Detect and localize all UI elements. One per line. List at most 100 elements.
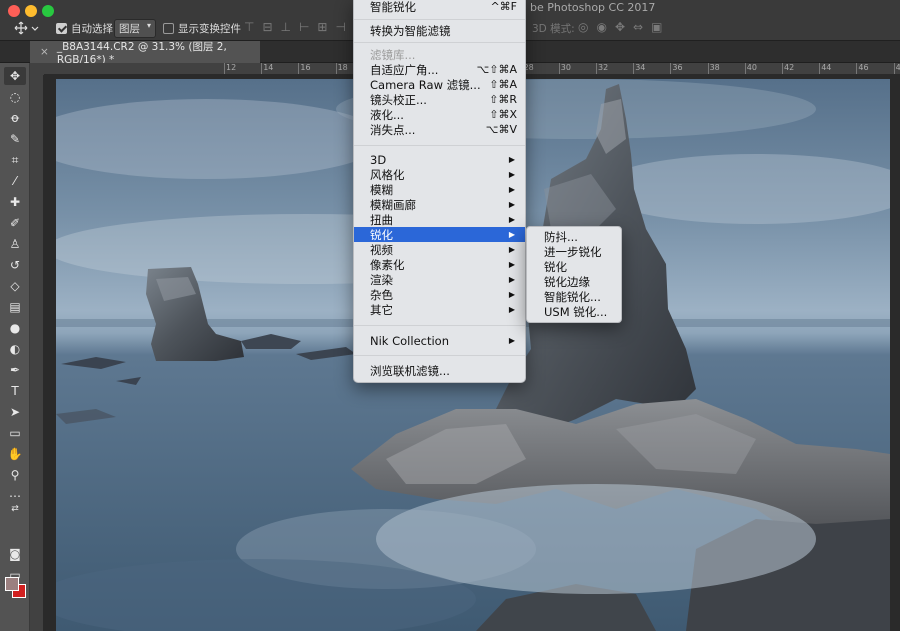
align-middle-icon[interactable]: ⊟ <box>262 20 272 34</box>
menu-item-shortcut: ⌥⇧⌘A <box>476 63 517 76</box>
document-tab-label: _B8A3144.CR2 @ 31.3% (图层 2, RGB/16*) * <box>56 40 227 66</box>
menu-item-label: 3D <box>370 152 387 167</box>
align-bottom-icon[interactable]: ⊥ <box>281 20 291 34</box>
submenu-item-sharpen-more[interactable]: 进一步锐化 <box>527 244 621 259</box>
3d-slide-icon[interactable]: ⇔ <box>633 20 643 34</box>
type-tool-icon[interactable]: T <box>4 382 26 400</box>
menu-divider <box>354 325 525 326</box>
menu-item-render[interactable]: 渲染 ▶ <box>354 272 525 287</box>
menu-item-3d[interactable]: 3D ▶ <box>354 152 525 167</box>
menu-item-browse-filters-online[interactable]: 浏览联机滤镜... <box>354 363 525 378</box>
rectangle-tool-icon[interactable]: ▭ <box>4 424 26 442</box>
menu-item-label: 防抖... <box>544 229 578 244</box>
gradient-tool-icon[interactable]: ▤ <box>4 298 26 316</box>
menu-item-shortcut: ⇧⌘A <box>489 78 517 91</box>
move-tool-icon[interactable]: ✥ <box>4 67 26 85</box>
menu-item-video[interactable]: 视频 ▶ <box>354 242 525 257</box>
ruler-tick-label: 36 <box>670 63 683 74</box>
hand-tool-icon[interactable]: ✋ <box>4 445 26 463</box>
ruler-tick-label: 18 <box>335 63 348 74</box>
align-center-icon[interactable]: ⊞ <box>317 20 327 34</box>
blur-tool-icon[interactable]: ● <box>4 319 26 337</box>
checkbox-unchecked-icon <box>163 22 174 34</box>
menu-item-label: 智能锐化... <box>544 289 601 304</box>
eyedropper-tool-icon[interactable]: ⁄ <box>4 172 26 190</box>
lasso-tool-icon[interactable]: ꝋ <box>4 109 26 127</box>
submenu-arrow-icon: ▶ <box>508 290 515 299</box>
menu-divider <box>354 19 525 20</box>
3d-scale-icon[interactable]: ▣ <box>651 20 662 34</box>
align-right-icon[interactable]: ⊣ <box>335 20 345 34</box>
menu-item-noise[interactable]: 杂色 ▶ <box>354 287 525 302</box>
menu-item-label: 进一步锐化 <box>544 244 602 259</box>
clone-stamp-tool-icon[interactable]: ♙ <box>4 235 26 253</box>
menu-item-label: 像素化 <box>370 257 405 272</box>
align-left-icon[interactable]: ⊢ <box>299 20 309 34</box>
minimize-window-button[interactable] <box>25 5 37 17</box>
quick-select-tool-icon[interactable]: ✎ <box>4 130 26 148</box>
swap-colors-icon[interactable]: ⇄ <box>4 503 26 515</box>
chevron-down-icon: ▾ <box>146 20 151 30</box>
menu-item-pixelate[interactable]: 像素化 ▶ <box>354 257 525 272</box>
ruler-tick-label: 40 <box>744 63 757 74</box>
3d-roll-icon[interactable]: ◉ <box>596 20 606 34</box>
auto-select-dropdown[interactable]: 图层 ▾ <box>110 18 156 38</box>
move-tool-preset-icon[interactable] <box>14 18 44 38</box>
path-selection-tool-icon[interactable]: ➤ <box>4 403 26 421</box>
menu-item-label: 镜头校正... <box>370 92 427 107</box>
menu-item-convert-smart-filters[interactable]: 转换为智能滤镜 <box>354 23 525 38</box>
submenu-arrow-icon: ▶ <box>508 170 515 179</box>
close-window-button[interactable] <box>8 5 20 17</box>
menu-item-label: 锐化边缘 <box>544 274 590 289</box>
menu-item-liquify[interactable]: 液化... ⇧⌘X <box>354 107 525 122</box>
brush-tool-icon[interactable]: ✐ <box>4 214 26 232</box>
dodge-tool-icon[interactable]: ◐ <box>4 340 26 358</box>
vertical-ruler[interactable] <box>30 75 44 631</box>
history-brush-tool-icon[interactable]: ↺ <box>4 256 26 274</box>
menu-item-stylize[interactable]: 风格化 ▶ <box>354 167 525 182</box>
submenu-arrow-icon: ▶ <box>508 260 515 269</box>
show-transform-checkbox[interactable]: 显示变换控件 <box>163 18 241 38</box>
submenu-item-sharpen[interactable]: 锐化 <box>527 259 621 274</box>
menu-item-nik-collection[interactable]: Nik Collection ▶ <box>354 333 525 348</box>
mode-3d-label: 3D 模式: <box>532 23 575 35</box>
tools-panel: ✥ ◌ ꝋ ✎ ⌗ ⁄ ✚ ✐ ♙ ↺ ◇ ▤ ● ◐ ✒ T ➤ ▭ ✋ ⚲ … <box>0 63 30 631</box>
crop-tool-icon[interactable]: ⌗ <box>4 151 26 169</box>
marquee-tool-icon[interactable]: ◌ <box>4 88 26 106</box>
submenu-item-sharpen-edges[interactable]: 锐化边缘 <box>527 274 621 289</box>
menu-item-sharpen[interactable]: 锐化 ▶ <box>354 227 525 242</box>
submenu-item-shake-reduction[interactable]: 防抖... <box>527 229 621 244</box>
submenu-item-smart-sharpen[interactable]: 智能锐化... <box>527 289 621 304</box>
3d-pan-icon[interactable]: ✥ <box>615 20 625 34</box>
menu-item-vanishing-point[interactable]: 消失点... ⌥⌘V <box>354 122 525 137</box>
menu-item-lens-correction[interactable]: 镜头校正... ⇧⌘R <box>354 92 525 107</box>
auto-select-checkbox[interactable]: 自动选择: <box>56 18 117 38</box>
app-title: be Photoshop CC 2017 <box>530 1 656 14</box>
menu-item-label: 其它 <box>370 302 393 317</box>
menu-item-distort[interactable]: 扭曲 ▶ <box>354 212 525 227</box>
menu-item-other[interactable]: 其它 ▶ <box>354 302 525 317</box>
zoom-window-button[interactable] <box>42 5 54 17</box>
submenu-arrow-icon: ▶ <box>508 200 515 209</box>
menu-item-blur-gallery[interactable]: 模糊画廊 ▶ <box>354 197 525 212</box>
document-tab[interactable]: × _B8A3144.CR2 @ 31.3% (图层 2, RGB/16*) * <box>30 40 260 66</box>
menu-item-adaptive-wide-angle[interactable]: 自适应广角... ⌥⇧⌘A <box>354 62 525 77</box>
menu-item-label: 风格化 <box>370 167 405 182</box>
eraser-tool-icon[interactable]: ◇ <box>4 277 26 295</box>
foreground-color-swatch[interactable] <box>5 577 19 591</box>
ruler-tick-label: 34 <box>633 63 646 74</box>
submenu-item-unsharp-mask[interactable]: USM 锐化... <box>527 304 621 319</box>
menu-item-blur[interactable]: 模糊 ▶ <box>354 182 525 197</box>
quick-mask-icon[interactable]: ◙ <box>4 545 26 563</box>
menu-item-last-filter[interactable]: 智能锐化 ^⌘F <box>354 0 525 14</box>
menu-item-filter-gallery[interactable]: 滤镜库... <box>354 47 525 62</box>
ruler-tick-label: 44 <box>819 63 832 74</box>
menu-item-shortcut: ⇧⌘X <box>489 108 517 121</box>
menu-item-camera-raw[interactable]: Camera Raw 滤镜... ⇧⌘A <box>354 77 525 92</box>
close-tab-icon[interactable]: × <box>40 46 49 58</box>
pen-tool-icon[interactable]: ✒ <box>4 361 26 379</box>
align-top-icon[interactable]: ⊤ <box>244 20 254 34</box>
healing-brush-tool-icon[interactable]: ✚ <box>4 193 26 211</box>
zoom-tool-icon[interactable]: ⚲ <box>4 466 26 484</box>
3d-orbit-icon[interactable]: ◎ <box>578 20 588 34</box>
